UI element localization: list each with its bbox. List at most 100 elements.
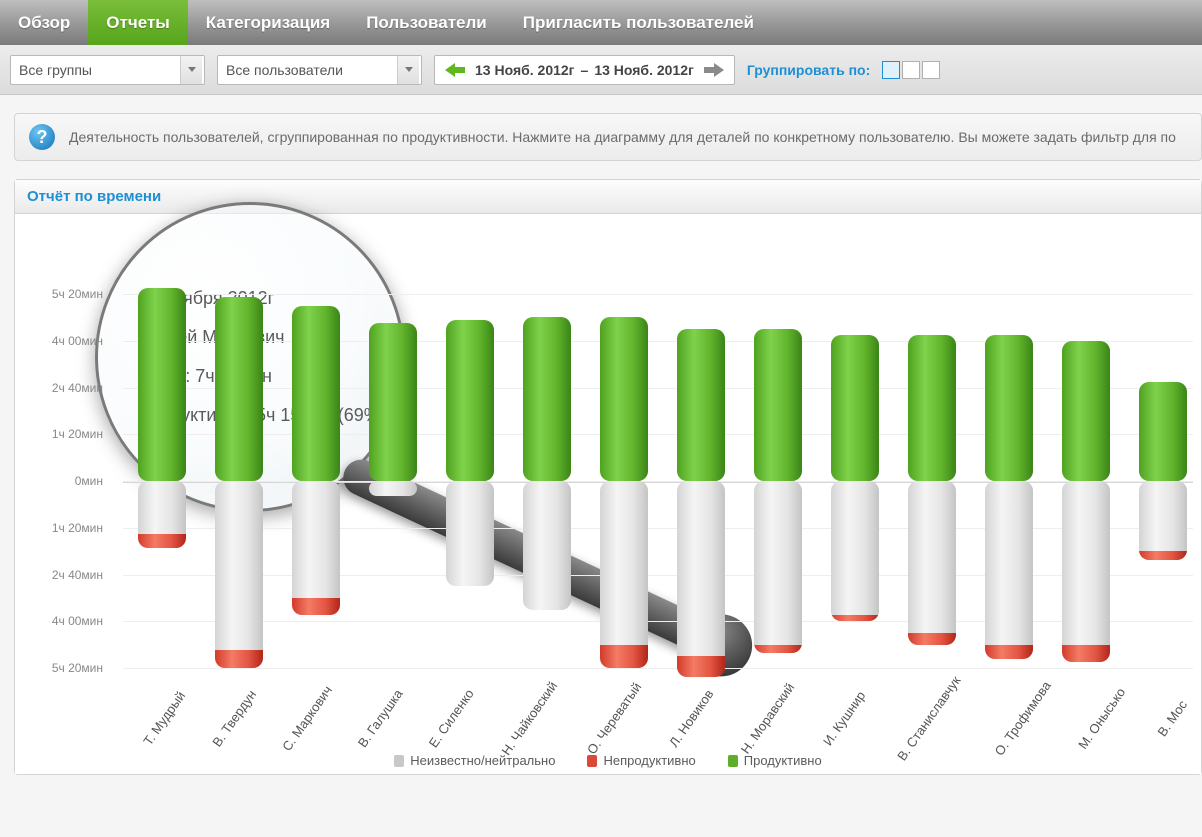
prev-date-icon[interactable]	[441, 63, 469, 77]
dropdown-value: Все пользователи	[226, 62, 343, 78]
bar-slot[interactable]	[431, 294, 508, 668]
legend-label: Неизвестно/нейтрально	[410, 753, 555, 768]
bar-slot[interactable]	[585, 294, 662, 668]
groupby-month-icon[interactable]	[922, 61, 940, 79]
bars-container	[123, 294, 1201, 668]
bar-below[interactable]	[138, 481, 186, 548]
date-to: 13 Нояб. 2012г	[594, 62, 694, 78]
bar-below[interactable]	[292, 481, 340, 615]
bar-slot[interactable]	[508, 294, 585, 668]
x-axis-label: В. Мос	[1146, 685, 1199, 751]
bar-productive[interactable]	[138, 288, 186, 481]
x-axis-label: Н. Моравский	[738, 680, 798, 756]
tab-label: Отчеты	[106, 13, 170, 33]
bar-productive[interactable]	[292, 306, 340, 481]
groupby-buttons	[882, 61, 940, 79]
y-axis-label: 1ч 20мин	[52, 427, 103, 441]
y-axis-label: 0мин	[75, 474, 103, 488]
bar-productive[interactable]	[908, 335, 956, 481]
tab-invite[interactable]: Пригласить пользователей	[505, 0, 772, 45]
bar-slot[interactable]	[354, 294, 431, 668]
bar-slot[interactable]	[277, 294, 354, 668]
legend-label: Продуктивно	[744, 753, 822, 768]
bar-below[interactable]	[985, 481, 1033, 659]
bar-productive[interactable]	[446, 320, 494, 481]
date-from: 13 Нояб. 2012г	[475, 62, 575, 78]
groupby-label: Группировать по:	[747, 62, 870, 78]
bar-productive[interactable]	[523, 317, 571, 481]
x-axis-label: В. Галушка	[354, 685, 407, 751]
tab-label: Обзор	[18, 13, 70, 33]
groups-dropdown[interactable]: Все группы	[10, 55, 205, 85]
tab-label: Пользователи	[366, 13, 487, 33]
bar-below[interactable]	[677, 481, 725, 677]
bar-productive[interactable]	[1139, 382, 1187, 481]
y-axis-label: 5ч 20мин	[52, 661, 103, 675]
bar-slot[interactable]	[123, 294, 200, 668]
x-axis-label: Л. Новиков	[665, 685, 718, 751]
bar-productive[interactable]	[831, 335, 879, 481]
y-axis-label: 2ч 40мин	[52, 381, 103, 395]
bar-below[interactable]	[215, 481, 263, 668]
bar-productive[interactable]	[754, 329, 802, 481]
groupby-day-icon[interactable]	[882, 61, 900, 79]
y-axis-label: 5ч 20мин	[52, 287, 103, 301]
dropdown-value: Все группы	[19, 62, 92, 78]
x-axis-label: В. Станиславчук	[895, 673, 964, 763]
x-axis-label: В. Твердун	[208, 685, 261, 751]
bar-slot[interactable]	[739, 294, 816, 668]
info-text: Деятельность пользователей, сгруппирован…	[69, 129, 1176, 145]
bar-productive[interactable]	[369, 323, 417, 481]
tab-label: Категоризация	[206, 13, 330, 33]
bar-below[interactable]	[1062, 481, 1110, 662]
tab-categorization[interactable]: Категоризация	[188, 0, 348, 45]
bar-productive[interactable]	[1062, 341, 1110, 481]
bar-slot[interactable]	[1047, 294, 1124, 668]
tab-reports[interactable]: Отчеты	[88, 0, 188, 45]
y-axis-label: 2ч 40мин	[52, 568, 103, 582]
next-date-icon[interactable]	[700, 63, 728, 77]
x-axis-label: О. Череватый	[584, 680, 644, 757]
bar-slot[interactable]	[893, 294, 970, 668]
main-tabs: Обзор Отчеты Категоризация Пользователи …	[0, 0, 1202, 45]
bar-below[interactable]	[369, 481, 417, 496]
legend-unproductive: Непродуктивно	[587, 753, 695, 768]
legend-neutral: Неизвестно/нейтрально	[394, 753, 555, 768]
bar-slot[interactable]	[816, 294, 893, 668]
bar-below[interactable]	[908, 481, 956, 645]
bar-slot[interactable]	[200, 294, 277, 668]
bar-below[interactable]	[600, 481, 648, 668]
bar-below[interactable]	[446, 481, 494, 586]
help-icon[interactable]: ?	[29, 124, 55, 150]
bar-productive[interactable]	[600, 317, 648, 481]
bar-below[interactable]	[754, 481, 802, 653]
bar-slot[interactable]	[662, 294, 739, 668]
bar-below[interactable]	[831, 481, 879, 621]
x-axis-label: Т. Мудрый	[138, 685, 191, 751]
groupby-week-icon[interactable]	[902, 61, 920, 79]
bar-productive[interactable]	[215, 297, 263, 481]
users-dropdown[interactable]: Все пользователи	[217, 55, 422, 85]
x-axis-label: Н. Чайковский	[498, 679, 560, 758]
bar-below[interactable]	[523, 481, 571, 610]
bar-slot[interactable]	[970, 294, 1047, 668]
info-banner: ? Деятельность пользователей, сгруппиров…	[14, 113, 1202, 161]
tab-users[interactable]: Пользователи	[348, 0, 505, 45]
gridline	[123, 668, 1193, 669]
bar-slot[interactable]	[1124, 294, 1201, 668]
legend-label: Непродуктивно	[603, 753, 695, 768]
x-axis-labels: Т. МудрыйВ. ТвердунС. МарковичВ. Галушка…	[123, 714, 1201, 729]
bar-productive[interactable]	[677, 329, 725, 481]
tab-label: Пригласить пользователей	[523, 13, 754, 33]
panel-title: Отчёт по времени	[15, 180, 1201, 214]
chart-area[interactable]: 13 ноября 2012г Сергей Маркович Всего: 7…	[15, 214, 1201, 774]
bar-productive[interactable]	[985, 335, 1033, 481]
x-axis-label: О. Трофимова	[991, 678, 1053, 758]
tab-overview[interactable]: Обзор	[0, 0, 88, 45]
bar-below[interactable]	[1139, 481, 1187, 560]
x-axis-label: С. Маркович	[280, 683, 336, 754]
date-range-picker[interactable]: 13 Нояб. 2012г – 13 Нояб. 2012г	[434, 55, 735, 85]
chart-legend: Неизвестно/нейтрально Непродуктивно Прод…	[15, 753, 1201, 768]
time-report-panel: Отчёт по времени 13 ноября 2012г Сергей …	[14, 179, 1202, 775]
filter-toolbar: Все группы Все пользователи 13 Нояб. 201…	[0, 45, 1202, 95]
